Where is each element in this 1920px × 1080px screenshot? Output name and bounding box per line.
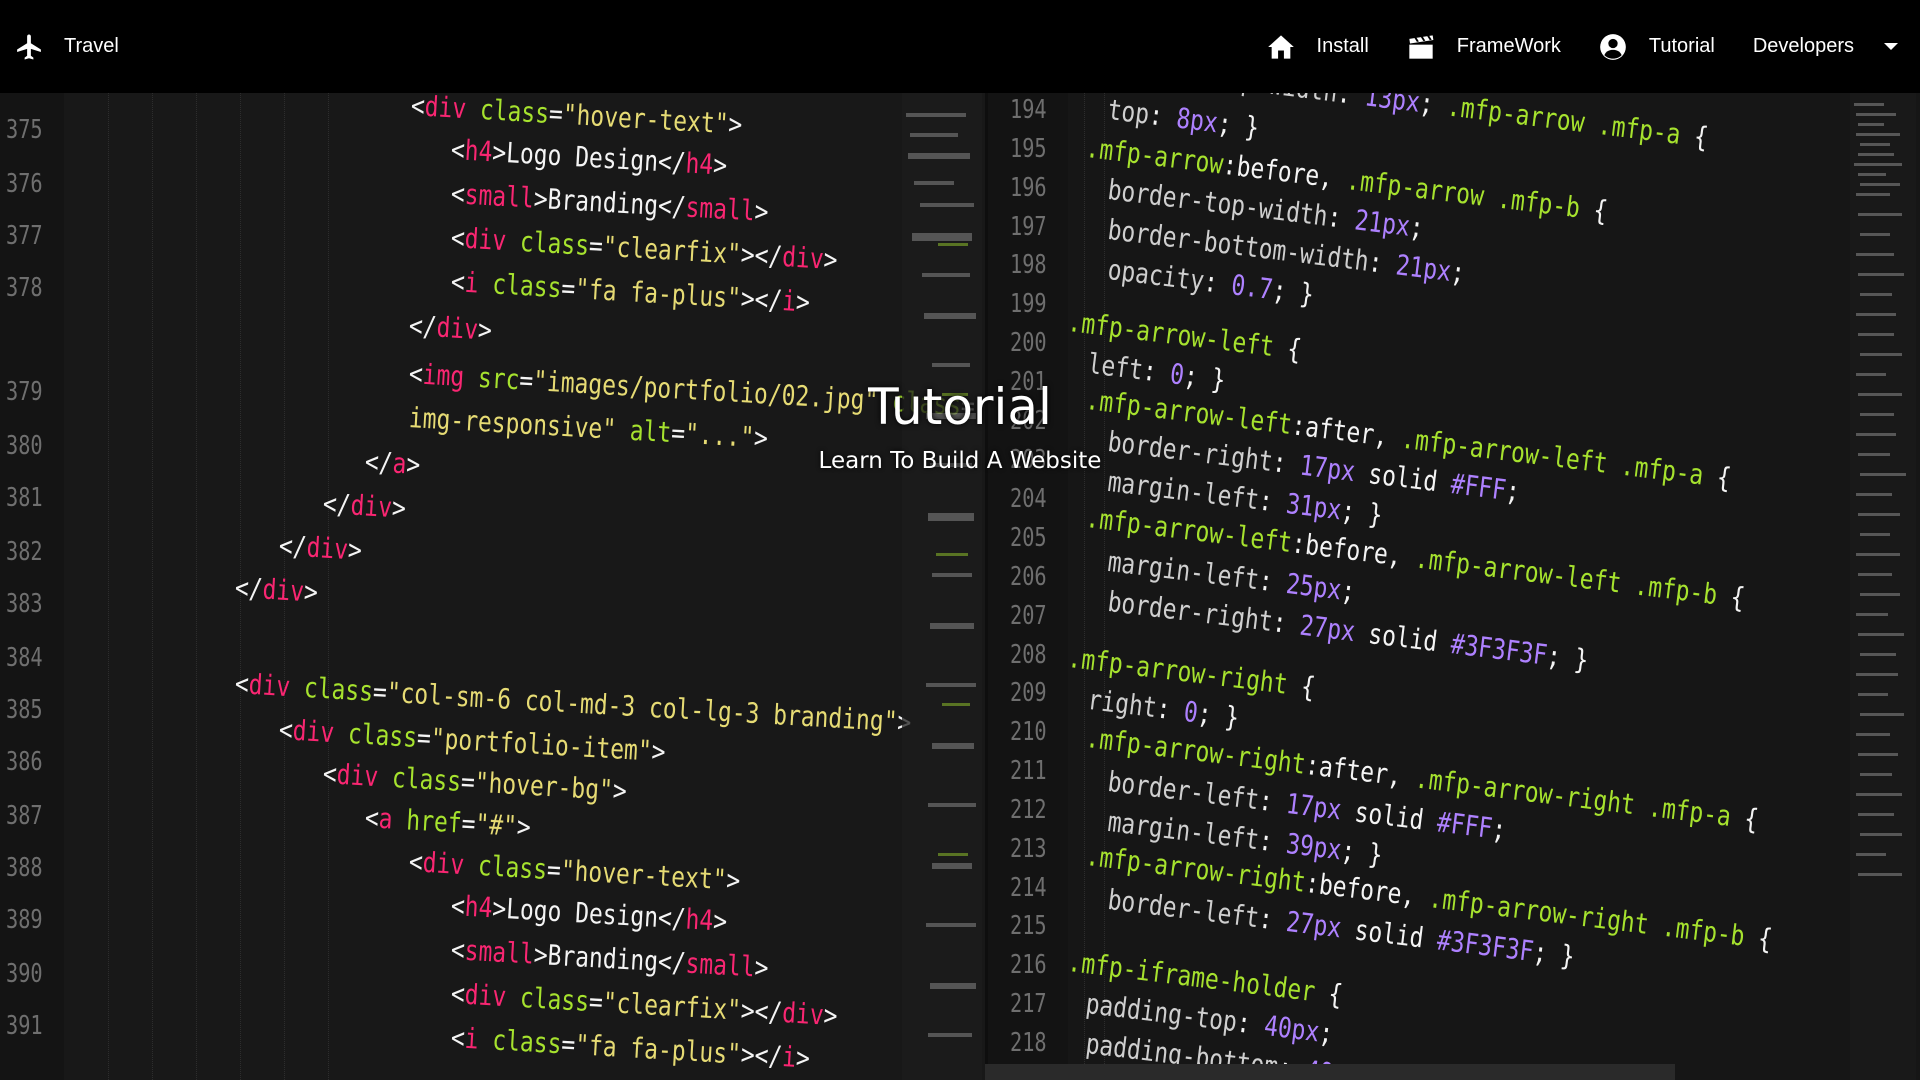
line-number: 217 (1010, 989, 1047, 1019)
line-number: 214 (1010, 873, 1047, 903)
minimap-left (902, 93, 982, 1080)
line-number: 390 (6, 959, 43, 989)
line-number: 212 (1010, 795, 1047, 825)
brand-label: Travel (64, 35, 119, 57)
line-number: 218 (1010, 1028, 1047, 1058)
code-editor-background: 375 376 377 378 379 380 381 382 383 384 … (0, 93, 1920, 1080)
nav-item-developers-label: Developers (1752, 35, 1854, 57)
clapperboard-icon (1407, 34, 1435, 60)
editor-pane-left: 375 376 377 378 379 380 381 382 383 384 … (0, 93, 985, 1080)
line-number: 205 (1010, 523, 1047, 553)
line-number: 388 (6, 853, 43, 883)
line-number: 209 (1010, 678, 1047, 708)
line-number: 211 (1010, 756, 1047, 786)
line-number: 206 (1010, 562, 1047, 592)
line-number: 385 (6, 695, 43, 725)
nav-item-developers-dropdown[interactable]: Developers (1753, 35, 1898, 58)
page: Travel Install FrameWork Tutorial Develo… (0, 0, 1920, 1080)
airplane-icon (14, 32, 44, 62)
user-circle-icon (1599, 33, 1627, 61)
line-number: 202 (1010, 406, 1047, 436)
editor-pane-right: 194 195 196 197 198 199 200 201 202 203 … (988, 93, 1920, 1080)
line-number: 384 (6, 643, 43, 673)
line-number: 195 (1010, 134, 1047, 164)
caret-down-icon (1884, 42, 1898, 52)
top-navbar: Travel Install FrameWork Tutorial Develo… (0, 0, 1920, 93)
line-number: 391 (6, 1011, 43, 1041)
brand-link[interactable]: Travel (14, 32, 119, 62)
line-number: 381 (6, 483, 43, 513)
nav-item-framework[interactable]: FrameWork (1407, 34, 1561, 60)
nav-item-framework-label: FrameWork (1456, 35, 1561, 57)
line-number: 382 (6, 537, 43, 567)
line-number: 376 (6, 169, 43, 199)
line-number: 198 (1010, 250, 1047, 280)
line-number: 389 (6, 905, 43, 935)
line-number: 380 (6, 431, 43, 461)
nav-item-tutorial-label: Tutorial (1648, 35, 1715, 57)
line-number: 375 (6, 115, 43, 145)
nav-menu: Install FrameWork Tutorial Developers (1267, 33, 1898, 61)
line-number: 386 (6, 747, 43, 777)
line-number: 379 (6, 377, 43, 407)
line-number: 197 (1010, 212, 1047, 242)
line-number: 203 (1010, 445, 1047, 475)
line-number: 200 (1010, 328, 1047, 358)
line-number: 199 (1010, 289, 1047, 319)
line-number: 383 (6, 589, 43, 619)
horizontal-scrollbar[interactable] (985, 1064, 1675, 1080)
line-number: 216 (1010, 950, 1047, 980)
line-number: 208 (1010, 640, 1047, 670)
nav-item-install-label: Install (1316, 35, 1369, 57)
line-number: 378 (6, 273, 43, 303)
line-number: 210 (1010, 717, 1047, 747)
line-number: 207 (1010, 601, 1047, 631)
line-number: 377 (6, 221, 43, 251)
home-icon (1267, 34, 1295, 60)
minimap-right (1850, 93, 1916, 1080)
line-number: 201 (1010, 367, 1047, 397)
line-number: 213 (1010, 834, 1047, 864)
line-number: 387 (6, 801, 43, 831)
line-number: 196 (1010, 173, 1047, 203)
line-number: 194 (1010, 95, 1047, 125)
nav-item-tutorial[interactable]: Tutorial (1599, 33, 1715, 61)
line-number: 215 (1010, 911, 1047, 941)
nav-item-install[interactable]: Install (1267, 34, 1369, 60)
line-number: 204 (1010, 484, 1047, 514)
